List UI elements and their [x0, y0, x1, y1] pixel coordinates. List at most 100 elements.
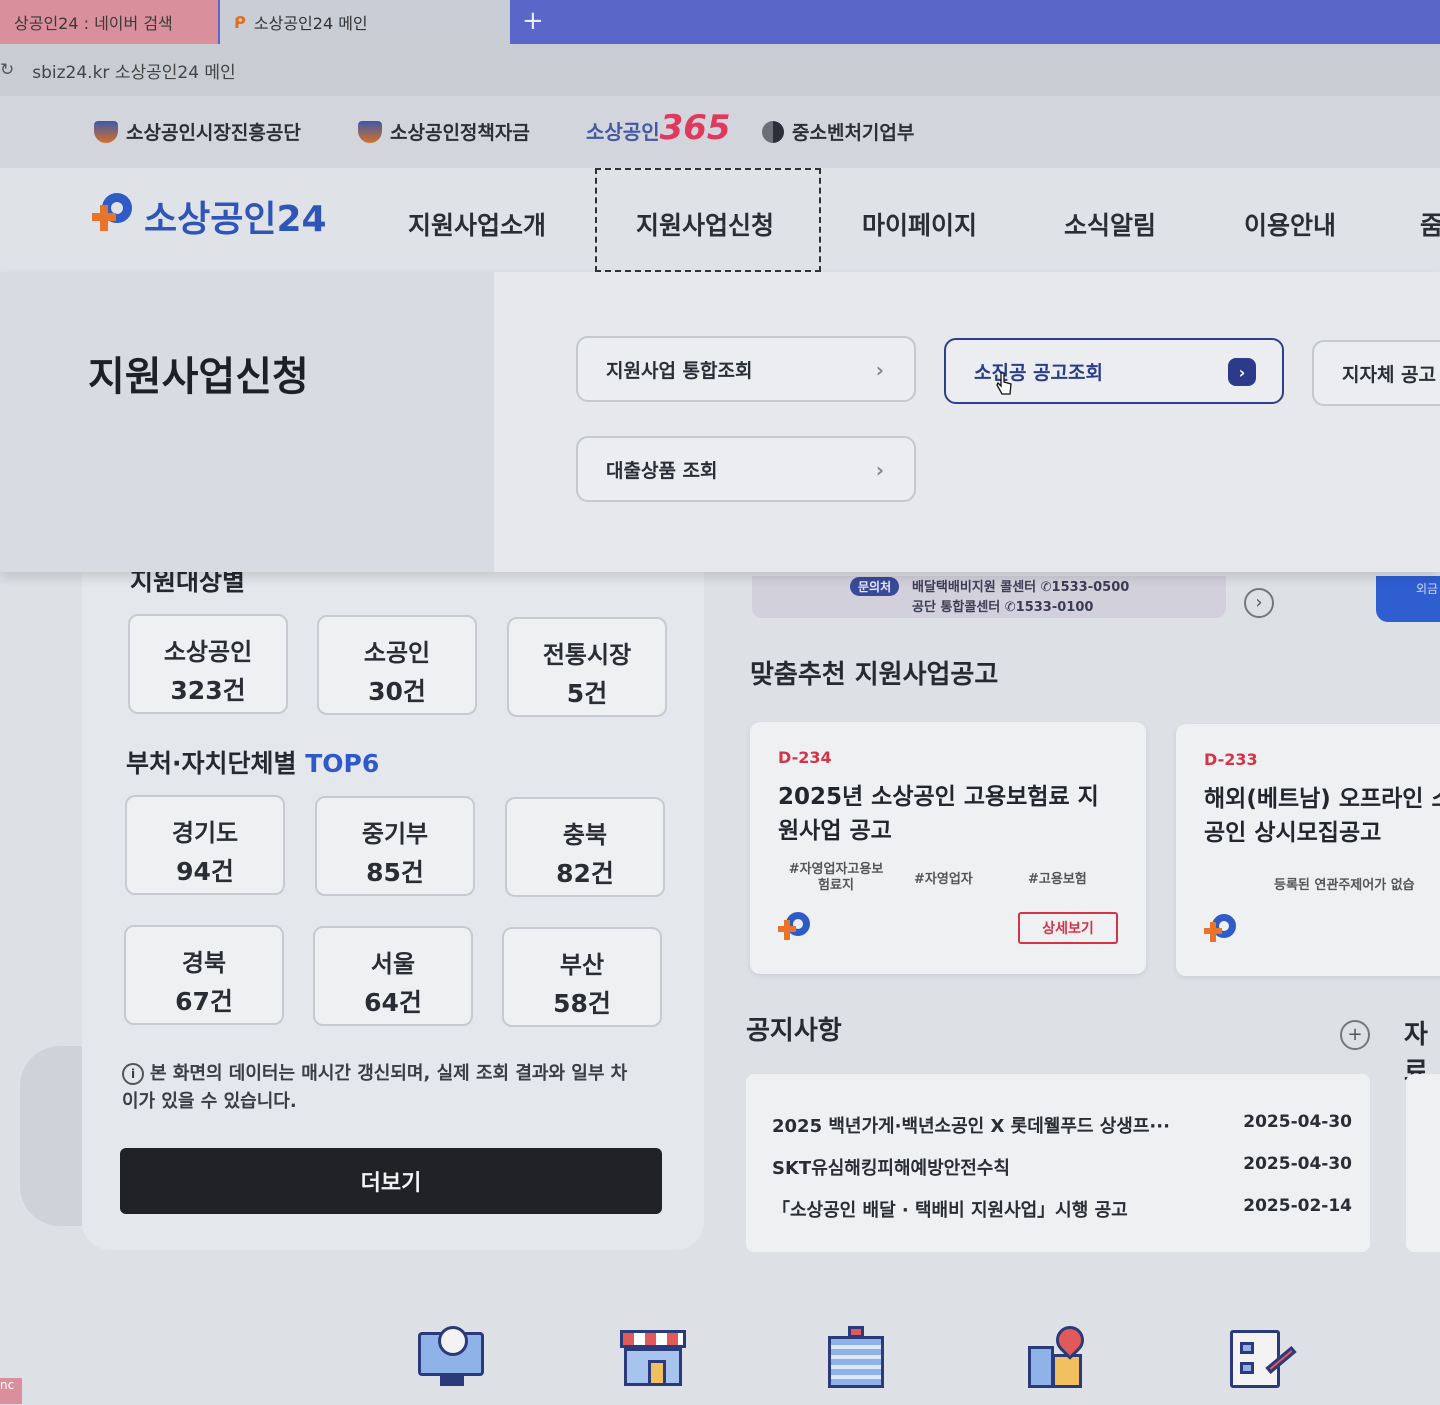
brand-mark-icon [92, 193, 138, 239]
detail-button[interactable]: 상세보기 [1018, 912, 1118, 944]
city-location-icon[interactable] [1028, 1320, 1098, 1388]
address-text: sbiz24.kr 소상공인24 메인 [32, 62, 236, 83]
resource-box-stub [1406, 1074, 1440, 1252]
card-title: 2025년 소상공인 고용보험료 지원사업 공고 [778, 784, 1099, 844]
nav-guide[interactable]: 이용안내 [1244, 206, 1336, 242]
notice-more-icon[interactable]: + [1340, 1020, 1370, 1050]
submenu-label: 소진공 공고조회 [974, 361, 1103, 384]
browser-tab-sbiz24[interactable]: ᑭ 소상공인24 메인 [220, 0, 510, 44]
contact-line-2: 공단 통합콜센터 ✆1533-0100 [912, 600, 1094, 615]
region-stat-busan[interactable]: 부산 58건 [502, 927, 662, 1027]
site-logo[interactable]: 소상공인24 [92, 190, 327, 242]
brand-mini-icon [1204, 914, 1238, 948]
brand-name: 소상공인24 [144, 199, 327, 240]
notice-title: SKT유심해킹피해예방안전수칙 [772, 1158, 1010, 1179]
semas-logo-icon [94, 120, 118, 143]
banner-next-icon[interactable]: › [1244, 588, 1274, 618]
nav-news[interactable]: 소식알림 [1064, 206, 1156, 242]
notice-row[interactable]: 2025 백년가게·백년소공인 X 롯데웰푸드 상생프··· 2025-04-30 [772, 1112, 1352, 1138]
recommend-card-2[interactable]: D-233 해외(베트남) 오프라인 소공인 상시모집공고 등록된 연관주제어가… [1176, 724, 1440, 976]
monitor-clock-icon[interactable] [418, 1326, 488, 1388]
region-stat-chungbuk[interactable]: 충북 82건 [505, 797, 665, 897]
recommend-card-1[interactable]: D-234 2025년 소상공인 고용보험료 지원사업 공고 #자영업자고용보험… [750, 722, 1146, 974]
stat-name: 부산 [559, 951, 605, 979]
mega-title: 지원사업신청 [88, 354, 309, 400]
stat-count: 58건 [553, 989, 611, 1018]
brand-mini-icon [778, 912, 812, 946]
region-stat-gyeonggi[interactable]: 경기도 94건 [125, 795, 285, 895]
card-tag: #자영업자고용보험료지 [788, 862, 884, 893]
chevron-right-icon: › [875, 458, 884, 482]
nav-mypage[interactable]: 마이페이지 [862, 206, 977, 242]
taskbar-stub: nc [0, 1378, 22, 1404]
notice-date: 2025-04-30 [1243, 1154, 1352, 1174]
link-sbiz365[interactable]: 소상공인365 [586, 108, 731, 148]
submenu-label: 지원사업 통합조회 [606, 359, 753, 382]
dday-badge: D-234 [778, 748, 832, 767]
nav-more[interactable]: 줌 [1420, 206, 1440, 242]
target-stat-market[interactable]: 전통시장 5건 [507, 617, 667, 717]
dday-badge: D-233 [1204, 750, 1258, 769]
menu-integrated-search[interactable]: 지원사업 통합조회 › [576, 336, 916, 402]
tab-label: 상공인24 : 네이버 검색 [14, 14, 173, 33]
notice-title: 「소상공인 배달 · 택배비 지원사업」시행 공고 [772, 1200, 1128, 1221]
notice-row[interactable]: 「소상공인 배달 · 택배비 지원사업」시행 공고 2025-02-14 [772, 1196, 1352, 1222]
stat-count: 323건 [170, 676, 246, 705]
more-button[interactable]: 더보기 [120, 1148, 662, 1214]
stat-name: 전통시장 [542, 641, 632, 669]
region-stat-mss[interactable]: 중기부 85건 [315, 796, 475, 896]
region-stat-seoul[interactable]: 서울 64건 [313, 926, 473, 1026]
notice-list: 2025 백년가게·백년소공인 X 롯데웰푸드 상생프··· 2025-04-30… [746, 1074, 1370, 1252]
region-stat-gyeongbuk[interactable]: 경북 67건 [124, 925, 284, 1025]
link-policy-fund[interactable]: 소상공인정책자금 [358, 118, 530, 145]
card-no-tags: 등록된 연관주제어가 없습 [1274, 878, 1415, 893]
logo365-number: 365 [659, 108, 731, 148]
address-bar[interactable]: ↻ sbiz24.kr 소상공인24 메인 [0, 44, 1440, 96]
chevron-right-icon: › [1228, 358, 1256, 386]
link-mss[interactable]: 중소벤처기업부 [762, 118, 914, 145]
new-tab-button[interactable]: + [522, 6, 544, 36]
hand-cursor-icon [996, 372, 1012, 395]
profile-document-icon[interactable] [1228, 1326, 1298, 1388]
submenu-label: 대출상품 조회 [606, 459, 718, 482]
stat-count: 64건 [364, 988, 422, 1017]
store-icon[interactable] [620, 1326, 690, 1388]
card-tag: #고용보험 [1028, 872, 1087, 887]
favicon-icon: ᑭ [234, 12, 246, 32]
mega-dropdown: 지원사업신청 지원사업 통합조회 › 소진공 공고조회 › 지자체 공고 대출상품 … [0, 272, 1440, 572]
tab-label: 소상공인24 메인 [253, 14, 368, 33]
stat-name: 서울 [370, 950, 416, 978]
menu-local-gov-notice[interactable]: 지자체 공고 [1312, 340, 1440, 406]
notice-date: 2025-04-30 [1243, 1112, 1352, 1132]
stat-name: 소공인 [363, 639, 431, 667]
target-stat-sogongin[interactable]: 소공인 30건 [317, 615, 477, 715]
nav-support-apply[interactable]: 지원사업신청 [636, 206, 774, 242]
mega-left-panel [0, 272, 494, 572]
stat-count: 67건 [175, 987, 233, 1016]
link-semas[interactable]: 소상공인시장진흥공단 [94, 118, 301, 145]
contact-line-1: 배달택배비지원 콜센터 ✆1533-0500 [912, 580, 1130, 595]
menu-loan-products[interactable]: 대출상품 조회 › [576, 436, 916, 502]
target-stat-sosanggongin[interactable]: 소상공인 323건 [128, 614, 288, 714]
menu-semas-notice[interactable]: 소진공 공고조회 › [944, 338, 1284, 404]
card-tag: #자영업자 [914, 872, 973, 887]
stat-name: 경기도 [171, 819, 239, 847]
contact-pill: 문의처 [850, 577, 900, 596]
notice-row[interactable]: SKT유심해킹피해예방안전수칙 2025-04-30 [772, 1154, 1352, 1180]
logo365-text: 소상공인 [586, 120, 660, 144]
stat-count: 82건 [556, 859, 614, 888]
building-icon[interactable] [822, 1326, 892, 1388]
side-blue-tab[interactable]: 외금 [1376, 576, 1440, 622]
notice-title: 2025 백년가게·백년소공인 X 롯데웰푸드 상생프··· [772, 1116, 1170, 1137]
stat-name: 중기부 [361, 820, 429, 848]
stat-count: 5건 [566, 679, 608, 708]
reload-icon[interactable]: ↻ [0, 60, 14, 80]
stat-count: 30건 [368, 677, 426, 706]
notice-date: 2025-02-14 [1243, 1196, 1352, 1216]
main-header: 소상공인24 지원사업소개 지원사업신청 마이페이지 소식알림 이용안내 줌 [0, 168, 1440, 272]
stat-name: 소상공인 [163, 638, 253, 666]
submenu-label: 지자체 공고 [1342, 363, 1437, 386]
browser-tab-naver[interactable]: 상공인24 : 네이버 검색 [0, 0, 218, 44]
data-note: i본 화면의 데이터는 매시간 갱신되며, 실제 조회 결과와 일부 차이가 있… [122, 1060, 642, 1116]
nav-support-intro[interactable]: 지원사업소개 [408, 206, 546, 242]
